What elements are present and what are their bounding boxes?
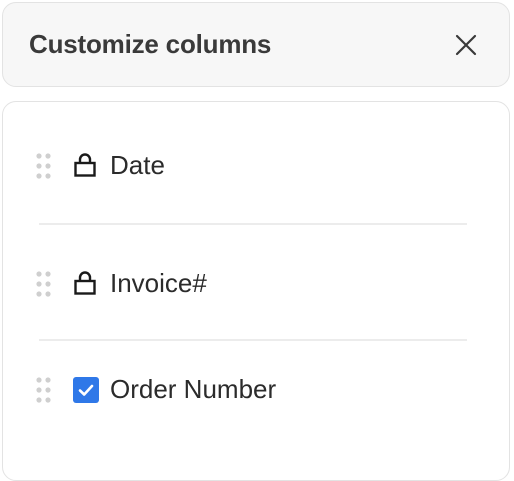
checkbox-checked-icon[interactable] xyxy=(73,377,99,403)
lock-icon xyxy=(73,152,97,178)
drag-handle-icon[interactable] xyxy=(36,152,52,180)
column-label: Date xyxy=(110,150,165,180)
column-label: Order Number xyxy=(110,374,277,404)
drag-handle-icon[interactable] xyxy=(36,376,52,404)
column-row-invoice: Invoice# xyxy=(3,264,509,304)
divider xyxy=(39,339,467,341)
lock-icon xyxy=(73,270,97,296)
columns-list: Date Invoice# Order Number xyxy=(2,101,510,481)
column-row-order-number: Order Number xyxy=(3,370,509,410)
drag-handle-icon[interactable] xyxy=(36,270,52,298)
dialog-header: Customize columns xyxy=(2,2,510,87)
divider xyxy=(39,223,467,225)
close-icon xyxy=(455,34,477,56)
dialog-title: Customize columns xyxy=(29,29,272,59)
column-row-date: Date xyxy=(3,146,509,186)
column-label: Invoice# xyxy=(110,268,207,298)
close-button[interactable] xyxy=(453,32,479,58)
